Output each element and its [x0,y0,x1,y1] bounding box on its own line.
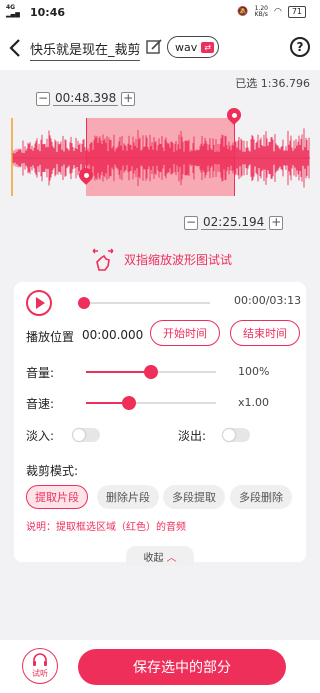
back-arrow-icon[interactable] [6,36,26,60]
zoom-hint-text: 双指缩放波形图试试 [124,252,233,267]
waveform[interactable] [0,118,320,196]
end-plus-button[interactable]: + [269,215,284,230]
current-time: 00:00 [234,294,266,307]
volume-slider[interactable] [86,365,216,379]
mode-delete-segment[interactable]: 删除片段 [97,485,159,509]
mode-multi-delete[interactable]: 多段删除 [230,485,292,509]
playback-time: 00:00/03:13 [234,294,302,307]
edit-icon[interactable] [145,38,163,56]
mode-multi-extract[interactable]: 多段提取 [163,485,225,509]
control-panel: 00:00/03:13 播放位置 00:00.000 开始时间 结束时间 音量:… [14,282,306,566]
volume-value: 100% [238,365,270,378]
signal-icon: ▂▄▆ [6,11,20,18]
selected-duration-value: 1:36.796 [260,77,310,90]
chevron-up-icon: ︿ [166,552,177,564]
network-speed: 1.20 KB/s [255,6,268,18]
fade-out-toggle[interactable] [222,428,250,442]
speed-slider-knob[interactable] [121,396,136,410]
start-time-value[interactable]: 00:48.398 [53,91,119,106]
end-minus-button[interactable]: − [184,215,198,230]
play-button[interactable] [26,290,52,316]
end-time-stepper: − 02:25.194 + [184,215,284,230]
selected-duration: 已选 1:36.796 [235,75,310,91]
format-label: wav [175,40,198,54]
zoom-hint: 双指缩放波形图试试 [90,246,232,272]
waveform-area[interactable] [0,118,320,196]
preview-button[interactable]: 试听 [22,648,58,684]
status-time: 10:46 [30,6,66,19]
position-value: 00:00.000 [82,328,144,342]
cut-mode-title: 裁剪模式: [26,464,79,478]
end-marker-dot [232,113,237,118]
save-selection-button[interactable]: 保存选中的部分 [78,649,286,685]
switch-icon: ⇄ [201,41,215,53]
start-marker-line [86,118,87,172]
end-time-value[interactable]: 02:25.194 [201,215,267,230]
position-label: 播放位置 [26,330,75,344]
help-icon[interactable]: ? [290,37,310,57]
collapse-label: 收起 [143,552,164,564]
set-start-time-button[interactable]: 开始时间 [150,320,220,346]
volume-slider-knob[interactable] [144,365,158,379]
network-type: 4G [6,4,16,11]
playback-seekbar[interactable] [78,297,210,309]
fade-out-label: 淡出: [178,429,207,443]
volume-label: 音量: [26,366,55,380]
selected-label: 已选 [235,77,258,90]
collapse-button[interactable]: 收起 ︿ [126,546,194,566]
total-time: 03:13 [269,294,302,307]
mute-icon: 🔕 [237,7,249,17]
set-end-time-button[interactable]: 结束时间 [230,320,300,346]
status-bar: 4G ▂▄▆ 10:46 🔕 1.20 KB/s ◠ 71 [0,0,320,26]
speed-slider[interactable] [86,396,216,410]
pinch-gesture-icon [92,248,114,271]
file-name-title[interactable]: 快乐就是现在_裁剪 [30,39,140,61]
mode-extract-segment[interactable]: 提取片段 [26,485,88,509]
volume-slider-fill [86,371,151,373]
wifi-icon: ◠ [273,7,282,17]
fade-in-toggle[interactable] [72,428,100,442]
seekbar-knob[interactable] [78,297,90,309]
headphones-icon [33,653,47,666]
preview-label: 试听 [32,669,48,678]
speed-unit: KB/s [254,11,268,18]
top-bar: 快乐就是现在_裁剪 wav ⇄ ? [0,26,320,70]
end-marker-line [234,118,235,196]
start-minus-button[interactable]: − [36,91,50,106]
mode-description: 说明：提取框选区域（红色）的音频 [26,522,186,533]
start-plus-button[interactable]: + [121,91,136,106]
start-marker-dot [84,173,89,178]
fade-in-label: 淡入: [26,429,55,443]
battery-icon: 71 [287,6,306,18]
speed-label: 音速: [26,397,55,411]
speed-value: x1.00 [238,396,270,409]
network-indicator: 4G ▂▄▆ [6,4,20,18]
format-selector-button[interactable]: wav ⇄ [167,36,220,58]
bottom-bar: 试听 保存选中的部分 [0,640,320,693]
start-time-stepper: − 00:48.398 + [36,91,136,106]
